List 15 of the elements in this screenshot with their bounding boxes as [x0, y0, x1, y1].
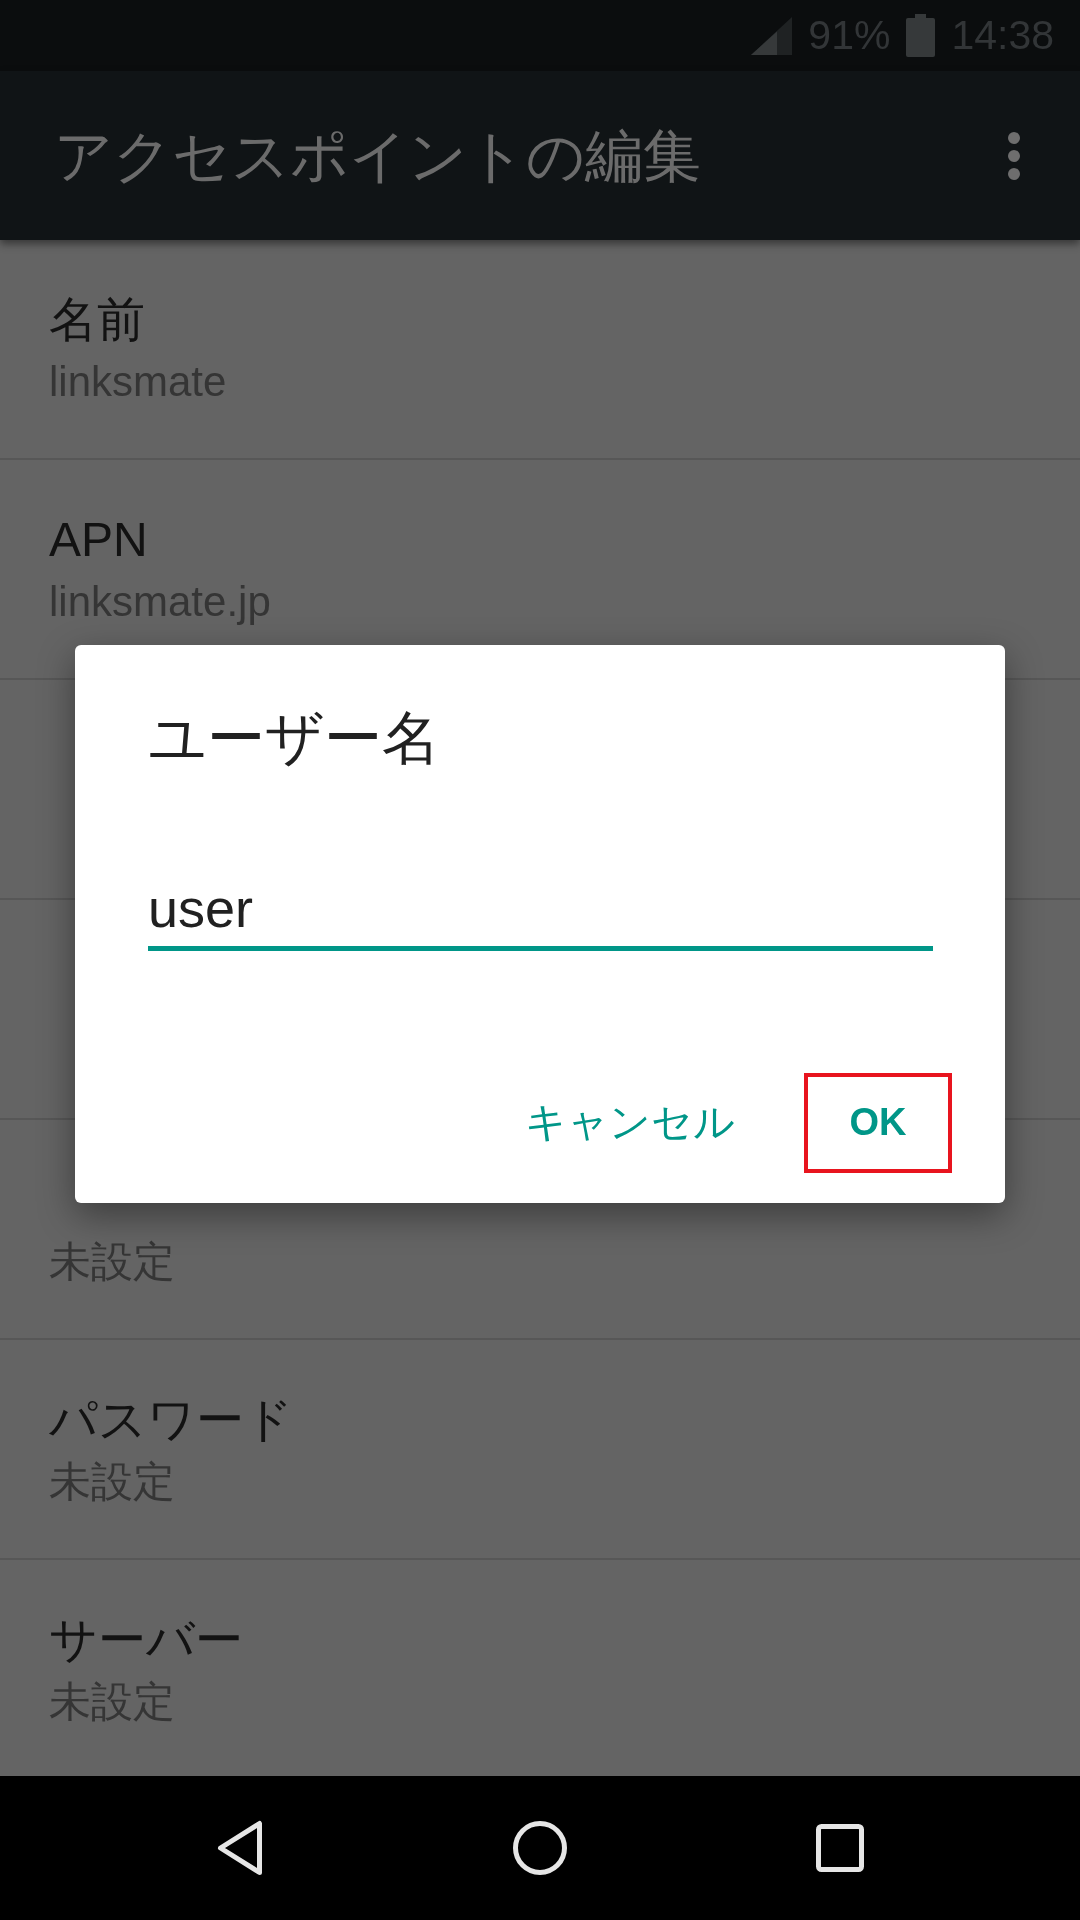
input-field[interactable]: user	[148, 875, 933, 951]
setting-title: 名前	[49, 292, 146, 348]
cancel-button[interactable]: キャンセル	[509, 1076, 751, 1169]
recents-icon[interactable]	[816, 1824, 864, 1872]
ok-button[interactable]: OK	[808, 1076, 948, 1169]
setting-title: サーバー	[49, 1612, 244, 1668]
setting-title: パスワード	[49, 1392, 294, 1448]
app-bar-title: アクセスポイントの編集	[54, 121, 701, 190]
signal-icon	[751, 16, 793, 55]
more-options-icon[interactable]	[1008, 131, 1020, 180]
back-icon[interactable]	[217, 1820, 263, 1876]
battery-icon	[906, 14, 936, 57]
home-icon[interactable]	[513, 1821, 567, 1875]
setting-title: APN	[49, 512, 149, 568]
dialog-title: ユーザー名	[148, 703, 441, 772]
